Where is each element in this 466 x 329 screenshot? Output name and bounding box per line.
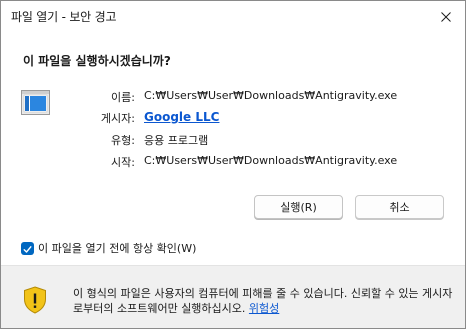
source-path-value: C:₩Users₩User₩Downloads₩Antigravity.exe [144,154,398,167]
always-ask-option[interactable]: 이 파일을 열기 전에 항상 확인(W) [21,240,196,256]
file-path-value: C:₩Users₩User₩Downloads₩Antigravity.exe [144,89,398,102]
warning-footer: 이 형식의 파일은 사용자의 컴퓨터에 피해를 줄 수 있습니다. 신뢰할 수 … [1,265,465,328]
security-warning-dialog: 파일 열기 - 보안 경고 이 파일을 실행하시겠습니까? 이름: C:₩Use… [0,0,466,329]
name-label: 이름: [111,91,135,104]
checkmark-icon [23,239,32,258]
dialog-heading: 이 파일을 실행하시겠습니까? [23,54,171,68]
from-label: 시작: [111,156,135,169]
close-button[interactable] [433,4,459,28]
type-label: 유형: [111,134,135,147]
publisher-link[interactable]: Google LLC [144,110,219,124]
always-ask-checkbox[interactable] [21,239,34,258]
close-icon [441,7,451,26]
name-row: 이름: C:₩Users₩User₩Downloads₩Antigravity.… [1,89,465,105]
warning-message: 이 형식의 파일은 사용자의 컴퓨터에 피해를 줄 수 있습니다. 신뢰할 수 … [73,286,453,316]
type-row: 유형: 응용 프로그램 [1,132,465,148]
always-ask-label[interactable]: 이 파일을 열기 전에 항상 확인(W) [38,240,196,256]
risk-link[interactable]: 위험성 [249,302,279,315]
file-type-value: 응용 프로그램 [144,134,209,147]
window-title: 파일 열기 - 보안 경고 [11,10,117,24]
run-button[interactable]: 실행(R) [254,195,343,219]
title-bar: 파일 열기 - 보안 경고 [1,1,465,33]
warning-shield-icon [23,286,47,314]
dialog-body: 이 파일을 실행하시겠습니까? 이름: C:₩Users₩User₩Downlo… [1,33,465,265]
cancel-button[interactable]: 취소 [355,195,444,219]
publisher-label: 게시자: [100,112,135,125]
publisher-row: 게시자: Google LLC [1,110,465,126]
from-row: 시작: C:₩Users₩User₩Downloads₩Antigravity.… [1,154,465,170]
